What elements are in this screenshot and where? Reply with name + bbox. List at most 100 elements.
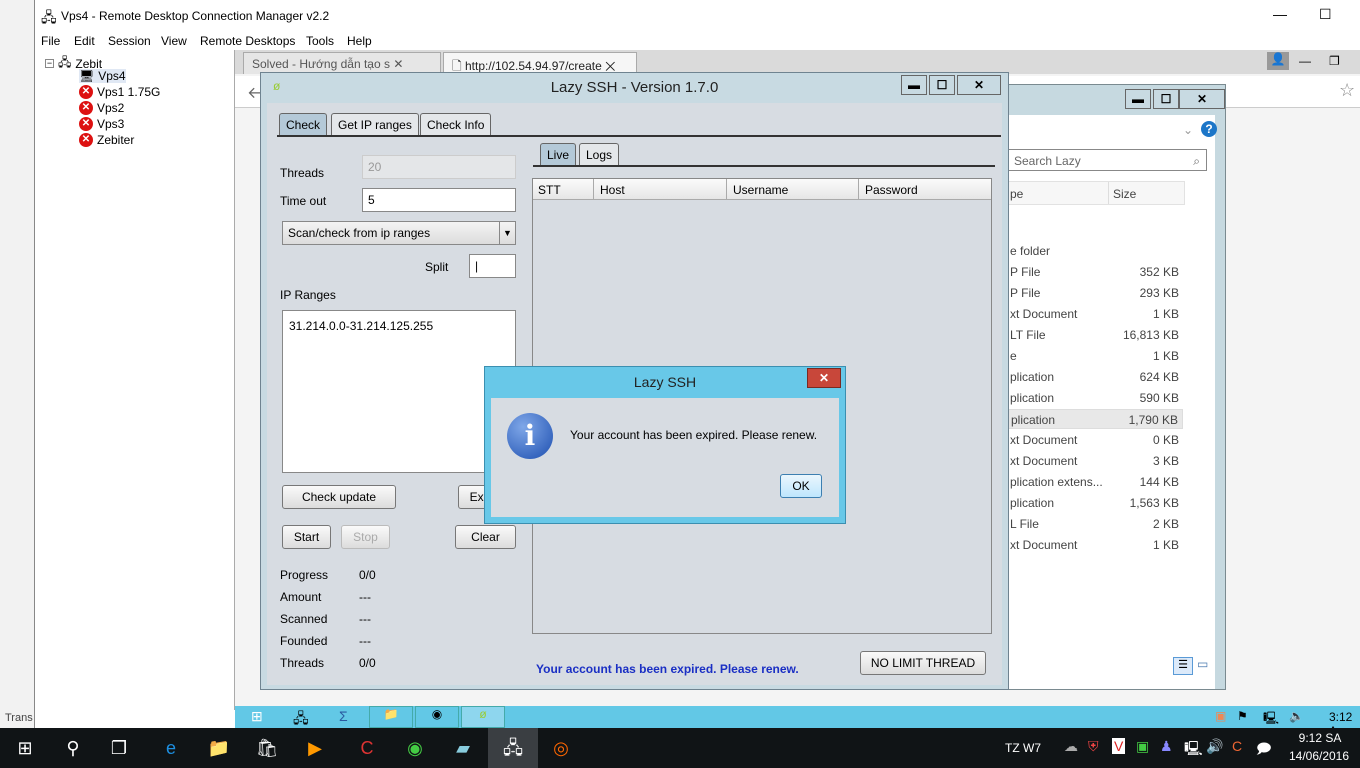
file-row[interactable]: e 1 KB bbox=[1007, 346, 1183, 366]
tree-item-vps3[interactable]: ✕ Vps3 bbox=[79, 117, 124, 131]
ccleaner-icon[interactable]: C bbox=[354, 736, 380, 760]
file-row[interactable]: xt Document 3 KB bbox=[1007, 451, 1183, 471]
firefox-icon[interactable]: ◎ bbox=[548, 736, 574, 760]
tree-item-vps2[interactable]: ✕ Vps2 bbox=[79, 101, 124, 115]
col-type[interactable]: pe bbox=[1010, 187, 1023, 201]
network-icon[interactable]: 🖳 bbox=[1184, 738, 1203, 762]
file-row[interactable]: L File 2 KB bbox=[1007, 514, 1183, 534]
restore-button[interactable]: ❐ bbox=[1329, 54, 1340, 68]
file-row[interactable]: P File 293 KB bbox=[1007, 283, 1183, 303]
maximize-button[interactable]: ☐ bbox=[929, 75, 955, 95]
file-row[interactable]: plication 590 KB bbox=[1007, 388, 1183, 408]
browser-tab-create[interactable]: 🗋 http://102.54.94.97/create ✕ bbox=[443, 52, 637, 74]
ip-ranges-textarea[interactable]: 31.214.0.0-31.214.125.255 bbox=[282, 310, 516, 473]
clock-time[interactable]: 9:12 SA bbox=[1290, 731, 1350, 745]
store-icon[interactable]: 🛍 bbox=[254, 736, 280, 760]
powershell-icon[interactable]: Σ bbox=[339, 708, 348, 724]
vivaldi-icon[interactable]: V bbox=[1112, 738, 1126, 754]
search-input[interactable]: Search Lazy ⌕ bbox=[1007, 149, 1207, 171]
volume-icon[interactable]: 🔈 bbox=[1289, 709, 1304, 723]
tray-pin-icon[interactable]: ♟ bbox=[1160, 738, 1173, 755]
rdcm-taskbar-icon[interactable]: 🖧 bbox=[488, 728, 538, 768]
volume-icon[interactable]: 🔊 bbox=[1206, 738, 1223, 755]
stop-button[interactable]: Stop bbox=[341, 525, 390, 549]
file-row[interactable]: xt Document 0 KB bbox=[1007, 430, 1183, 450]
remote-desktop-view[interactable]: Solved - Hướng dẫn tạo s ✕ 🗋 http://102.… bbox=[235, 50, 1360, 738]
collapse-icon[interactable]: − bbox=[45, 59, 54, 68]
menu-session[interactable]: Session bbox=[108, 34, 151, 48]
menu-view[interactable]: View bbox=[161, 34, 187, 48]
close-button[interactable]: ✕ bbox=[957, 75, 1001, 95]
cloud-icon[interactable]: ☁ bbox=[1064, 738, 1078, 755]
maximize-button[interactable]: ☐ bbox=[1153, 89, 1179, 109]
tree-item-vps1[interactable]: ✕ Vps1 1.75G bbox=[79, 85, 160, 99]
file-row[interactable]: plication 1,790 KB bbox=[1007, 409, 1183, 429]
start-icon[interactable]: ⊞ bbox=[12, 736, 38, 760]
clear-button[interactable]: Clear bbox=[455, 525, 516, 549]
tree-item-vps4[interactable]: 🖥 Vps4 bbox=[79, 69, 126, 83]
col-size[interactable]: Size bbox=[1108, 182, 1140, 204]
explorer-taskbar-icon[interactable]: 📁 bbox=[369, 706, 413, 728]
file-row[interactable]: LT File 16,813 KB bbox=[1007, 325, 1183, 345]
start-button[interactable]: Start bbox=[282, 525, 331, 549]
split-field[interactable]: | bbox=[469, 254, 516, 278]
clock-date[interactable]: 14/06/2016 bbox=[1284, 749, 1354, 763]
network-icon[interactable]: 🖳 bbox=[1263, 709, 1279, 730]
minimize-button[interactable]: — bbox=[1299, 54, 1311, 68]
file-row[interactable]: plication extens... 144 KB bbox=[1007, 472, 1183, 492]
file-explorer-icon[interactable]: 📁 bbox=[206, 736, 232, 760]
file-row[interactable]: e folder bbox=[1007, 241, 1183, 261]
maximize-button[interactable]: ☐ bbox=[1319, 6, 1332, 23]
help-icon[interactable]: ? bbox=[1201, 121, 1217, 137]
menu-edit[interactable]: Edit bbox=[74, 34, 95, 48]
tab-live[interactable]: Live bbox=[540, 143, 577, 165]
menu-file[interactable]: File bbox=[41, 34, 60, 48]
tray-app-icon[interactable]: ▣ bbox=[1136, 738, 1149, 755]
tab-logs[interactable]: Logs bbox=[579, 143, 620, 165]
chevron-down-icon[interactable]: ⌄ bbox=[1183, 123, 1193, 137]
mode-select[interactable]: Scan/check from ip ranges ▼ bbox=[282, 221, 516, 245]
file-row[interactable]: plication 624 KB bbox=[1007, 367, 1183, 387]
check-update-button[interactable]: Check update bbox=[282, 485, 396, 509]
user-icon[interactable]: 👤 bbox=[1267, 52, 1289, 70]
tab-check-info[interactable]: Check Info bbox=[420, 113, 492, 135]
tray-icon[interactable]: ▣ bbox=[1215, 709, 1226, 723]
chrome-icon[interactable]: ◉ bbox=[402, 736, 428, 760]
col-username[interactable]: Username bbox=[726, 179, 794, 199]
ccleaner-tray-icon[interactable]: C bbox=[1232, 738, 1242, 754]
col-stt[interactable]: STT bbox=[538, 183, 561, 197]
search-icon[interactable]: ⚲ bbox=[60, 736, 86, 760]
lazyssh-taskbar-icon[interactable]: ø bbox=[461, 706, 505, 728]
flag-icon[interactable]: ⚑ bbox=[1237, 709, 1248, 723]
tab-get-ip-ranges[interactable]: Get IP ranges bbox=[331, 113, 419, 135]
minimize-button[interactable]: — bbox=[1273, 6, 1287, 22]
details-view-icon[interactable]: ☰ bbox=[1173, 657, 1193, 675]
menu-tools[interactable]: Tools bbox=[306, 34, 334, 48]
notifications-icon[interactable]: 🗩 bbox=[1256, 738, 1272, 762]
star-icon[interactable]: ☆ bbox=[1339, 80, 1355, 101]
col-host[interactable]: Host bbox=[593, 179, 631, 199]
minimize-button[interactable]: ▬ bbox=[1125, 89, 1151, 109]
chrome-taskbar-icon[interactable]: ◉ bbox=[415, 706, 459, 728]
tree-item-zebiter[interactable]: ✕ Zebiter bbox=[79, 133, 134, 147]
no-limit-thread-button[interactable]: NO LIMIT THREAD bbox=[860, 651, 986, 675]
task-view-icon[interactable]: ❐ bbox=[106, 736, 132, 760]
browser-tab-solved[interactable]: Solved - Hướng dẫn tạo s ✕ bbox=[243, 52, 441, 74]
language-indicator[interactable]: TZ W7 bbox=[1005, 741, 1041, 755]
tab-check[interactable]: Check bbox=[279, 113, 328, 135]
close-button[interactable]: ✕ bbox=[1179, 89, 1225, 109]
edge-icon[interactable]: e bbox=[158, 736, 184, 760]
notes-icon[interactable]: ▰ bbox=[450, 736, 476, 760]
file-row[interactable]: P File 352 KB bbox=[1007, 262, 1183, 282]
start-icon[interactable]: ⊞ bbox=[251, 708, 263, 725]
media-player-icon[interactable]: ▶ bbox=[302, 736, 328, 760]
ok-button[interactable]: OK bbox=[780, 474, 822, 498]
file-row[interactable]: plication 1,563 KB bbox=[1007, 493, 1183, 513]
file-row[interactable]: xt Document 1 KB bbox=[1007, 304, 1183, 324]
tiles-view-icon[interactable]: ▭ bbox=[1197, 657, 1208, 671]
timeout-field[interactable]: 5 bbox=[362, 188, 516, 212]
menu-remote-desktops[interactable]: Remote Desktops bbox=[200, 34, 295, 48]
file-row[interactable]: xt Document 1 KB bbox=[1007, 535, 1183, 555]
col-password[interactable]: Password bbox=[858, 179, 924, 199]
minimize-button[interactable]: ▬ bbox=[901, 75, 927, 95]
